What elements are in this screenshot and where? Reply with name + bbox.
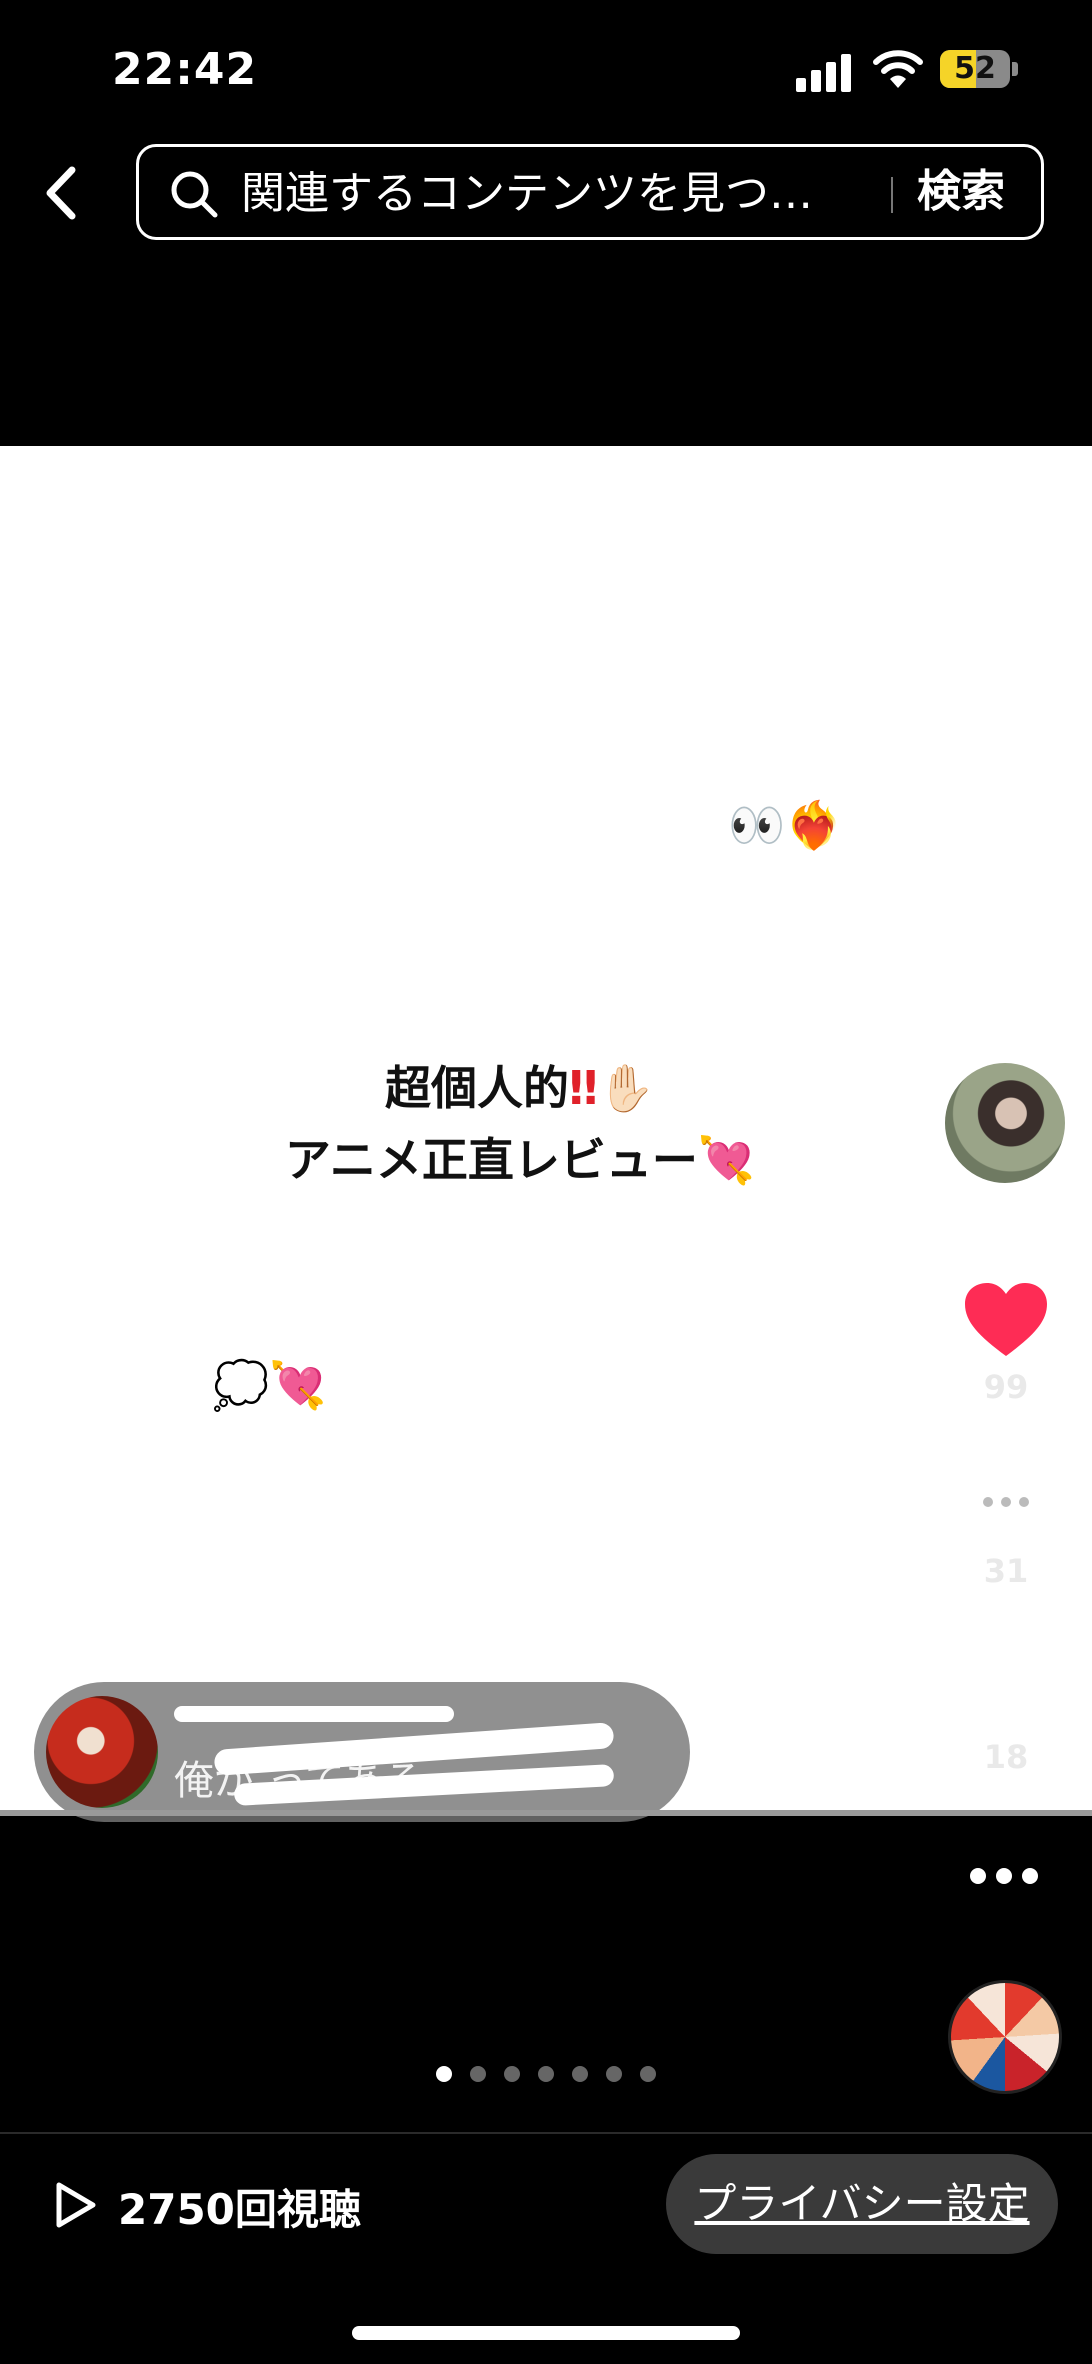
battery-icon: 52 bbox=[940, 50, 1010, 88]
headline-line-1: 超個人的‼✋🏻 bbox=[200, 1052, 840, 1124]
carousel-dot bbox=[436, 2066, 452, 2082]
sound-avatar bbox=[46, 1696, 158, 1808]
like-button[interactable]: 99 bbox=[950, 1280, 1062, 1406]
headline-line-2: アニメ正直レビュー💘 bbox=[200, 1124, 840, 1196]
heart-arrow-emoji: 💘 bbox=[697, 1133, 756, 1187]
carousel-dot bbox=[504, 2066, 520, 2082]
save-count: 18 bbox=[983, 1738, 1029, 1776]
save-button[interactable]: 18 bbox=[950, 1654, 1062, 1776]
hand-emoji: ✋🏻 bbox=[597, 1061, 656, 1115]
like-count: 99 bbox=[983, 1368, 1029, 1406]
carousel-dot bbox=[538, 2066, 554, 2082]
heart-icon bbox=[965, 1283, 1047, 1356]
view-count: 2750回視聴 bbox=[118, 2185, 361, 2234]
eyes-heart-emoji: 👀❤️‍🔥 bbox=[728, 798, 843, 852]
headline-line-1-text: 超個人的 bbox=[384, 1061, 569, 1115]
carousel-dot bbox=[572, 2066, 588, 2082]
status-time: 22:42 bbox=[112, 44, 258, 95]
carousel-dot bbox=[606, 2066, 622, 2082]
carousel-dot bbox=[640, 2066, 656, 2082]
footer-divider bbox=[0, 2132, 1092, 2134]
search-input[interactable] bbox=[239, 147, 983, 239]
comment-bubble-icon bbox=[966, 1468, 1046, 1542]
cellular-signal-icon bbox=[796, 52, 852, 92]
comment-button[interactable]: 31 bbox=[950, 1464, 1062, 1590]
home-indicator bbox=[352, 2326, 740, 2340]
double-exclamation-emoji: ‼ bbox=[568, 1061, 598, 1115]
battery-nub bbox=[1012, 62, 1018, 76]
play-icon bbox=[56, 2182, 96, 2228]
carousel-dot bbox=[470, 2066, 486, 2082]
post-headline: 超個人的‼✋🏻 アニメ正直レビュー💘 bbox=[200, 1052, 840, 1196]
panel-edge bbox=[0, 1810, 1092, 1816]
wifi-icon bbox=[873, 50, 923, 88]
search-icon bbox=[171, 171, 218, 218]
battery-level: 52 bbox=[954, 51, 996, 86]
comment-count: 31 bbox=[983, 1552, 1029, 1590]
creator-avatar[interactable] bbox=[942, 1060, 1068, 1186]
back-chevron-icon[interactable] bbox=[38, 160, 88, 226]
thought-heart-emoji: 💭💘 bbox=[212, 1358, 327, 1412]
headline-line-2-text: アニメ正直レビュー bbox=[284, 1133, 698, 1187]
redaction-mark bbox=[174, 1706, 454, 1722]
music-disc[interactable] bbox=[948, 1980, 1062, 2094]
privacy-settings-button[interactable]: プライバシー設定 bbox=[666, 2154, 1058, 2254]
bookmark-icon bbox=[979, 1658, 1033, 1726]
more-options-button[interactable] bbox=[970, 1862, 1042, 1892]
sound-pill[interactable]: 俺が ってある bbox=[34, 1682, 690, 1822]
search-button[interactable]: 検索 bbox=[917, 147, 1005, 237]
search-bar: 検索 bbox=[136, 144, 1044, 240]
search-divider bbox=[891, 177, 893, 213]
